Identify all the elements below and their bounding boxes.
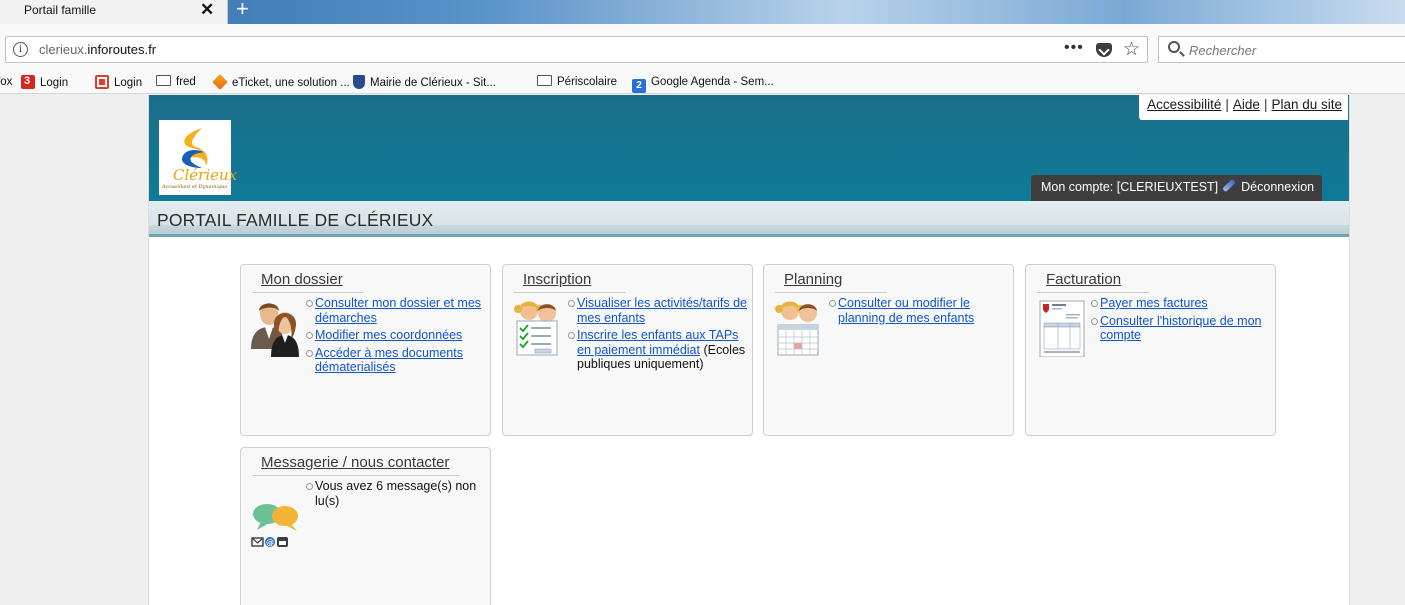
url-text[interactable]: clerieux.inforoutes.fr	[39, 42, 156, 57]
info-icon[interactable]: i	[13, 42, 28, 57]
link-separator: |	[1225, 97, 1229, 112]
red-box-icon	[95, 75, 109, 89]
card-inscription: Inscription Visualiser les activités/tar…	[502, 264, 753, 436]
card-links: Payer mes factures Consulter l'historiqu…	[1090, 296, 1270, 346]
eticket-icon	[212, 74, 228, 90]
card-divider	[514, 292, 626, 293]
bookmark-fred[interactable]: fred	[156, 75, 196, 91]
children-calendar-icon	[775, 301, 819, 356]
svg-text:@: @	[266, 538, 274, 547]
card-title[interactable]: Planning	[784, 271, 842, 288]
logo-name: Clérieux	[173, 166, 238, 184]
card-title[interactable]: Mon dossier	[261, 271, 343, 288]
link-separator: |	[1263, 97, 1268, 112]
calendar-icon: 2	[632, 79, 646, 93]
logo-tagline: Accueillant et Dynamique	[162, 184, 228, 190]
url-bar[interactable]: i clerieux.inforoutes.fr ••• ☆	[5, 36, 1148, 63]
account-link[interactable]: Mon compte: [CLERIEUXTEST]	[1041, 180, 1218, 194]
list-item: Consulter mon dossier et mes démarches	[305, 296, 485, 325]
card-links: Vous avez 6 message(s) non lu(s)	[305, 479, 485, 511]
list-item: Modifier mes coordonnées	[305, 328, 485, 343]
folder-icon	[537, 75, 552, 86]
page-actions-menu-icon[interactable]: •••	[1064, 39, 1084, 57]
bookmarks-toolbar: fox Login Login fred eTicket, une soluti…	[0, 72, 1405, 94]
documents-link[interactable]: Accéder à mes documents dématerialisés	[315, 346, 463, 375]
search-icon	[1168, 41, 1180, 53]
modify-contact-link[interactable]: Modifier mes coordonnées	[315, 328, 462, 342]
title-band: PORTAIL FAMILLE DE CLÉRIEUX	[149, 201, 1349, 237]
pocket-icon[interactable]	[1096, 43, 1112, 57]
planning-link[interactable]: Consulter ou modifier le planning de mes…	[838, 296, 974, 325]
bookmarks-overflow-text[interactable]: fox	[0, 75, 12, 91]
new-tab-button[interactable]: +	[228, 0, 258, 24]
bookmark-star-icon[interactable]: ☆	[1123, 38, 1140, 61]
accessibility-link[interactable]: Accessibilité	[1147, 97, 1221, 112]
card-messagerie: Messagerie / nous contacter @ Vous avez …	[240, 447, 491, 605]
browser-tab[interactable]: Portail famille ✕	[0, 0, 228, 24]
folder-icon	[156, 75, 171, 86]
page-content: Accessibilité | Aide | Plan du site Clérieux…	[148, 95, 1350, 605]
list-item: Visualiser les activités/tarifs de mes e…	[567, 296, 747, 325]
invoice-icon	[1039, 300, 1085, 357]
account-history-link[interactable]: Consulter l'historique de mon compte	[1100, 314, 1262, 343]
card-divider	[1037, 292, 1149, 293]
sitemap-link[interactable]: Plan du site	[1271, 97, 1342, 112]
unread-messages-text[interactable]: Vous avez 6 message(s) non lu(s)	[315, 479, 476, 508]
card-links: Consulter ou modifier le planning de mes…	[828, 296, 1008, 328]
card-links: Visualiser les activités/tarifs de mes e…	[567, 296, 747, 375]
messaging-icon: @	[251, 504, 298, 547]
parents-icon	[251, 303, 299, 357]
logout-link[interactable]: Déconnexion	[1241, 180, 1314, 194]
list-item: Consulter l'historique de mon compte	[1090, 314, 1270, 343]
tab-title: Portail famille	[24, 3, 97, 17]
page-title: PORTAIL FAMILLE DE CLÉRIEUX	[157, 210, 434, 230]
bookmark-mairie[interactable]: Mairie de Clérieux - Sit...	[353, 75, 496, 91]
card-divider	[775, 292, 887, 293]
consult-dossier-link[interactable]: Consulter mon dossier et mes démarches	[315, 296, 481, 325]
help-link[interactable]: Aide	[1233, 97, 1260, 112]
close-tab-icon[interactable]: ✕	[200, 1, 214, 19]
card-mon-dossier: Mon dossier Consulter mon dossier et mes…	[240, 264, 491, 436]
pay-invoices-link[interactable]: Payer mes factures	[1100, 296, 1208, 310]
clerieux-logo[interactable]: Clérieux Accueillant et Dynamique	[159, 120, 237, 195]
bookmark-google-agenda[interactable]: 2 Google Agenda - Sem...	[632, 75, 774, 93]
card-divider	[252, 475, 460, 476]
red-square-icon	[21, 74, 35, 89]
clerieux-logo-mark	[181, 128, 208, 168]
header-links: Accessibilité | Aide | Plan du site	[1139, 95, 1348, 120]
browser-tab-strip: Portail famille ✕ +	[0, 0, 1405, 24]
list-item: Accéder à mes documents dématerialisés	[305, 346, 485, 375]
card-title[interactable]: Inscription	[523, 271, 591, 288]
card-divider	[252, 292, 364, 293]
card-title[interactable]: Facturation	[1046, 271, 1121, 288]
site-header: Accessibilité | Aide | Plan du site Clérieux…	[149, 95, 1349, 201]
search-placeholder: Rechercher	[1189, 43, 1257, 58]
card-title[interactable]: Messagerie / nous contacter	[261, 454, 449, 471]
bookmark-login-1[interactable]: Login	[21, 74, 68, 91]
browser-navbar: i clerieux.inforoutes.fr ••• ☆ Recherche…	[0, 24, 1405, 72]
list-item: Inscrire les enfants aux TAPs en paiemen…	[567, 328, 747, 372]
list-item: Payer mes factures	[1090, 296, 1270, 311]
bookmark-periscolaire[interactable]: Périscolaire	[537, 75, 617, 91]
card-links: Consulter mon dossier et mes démarches M…	[305, 296, 485, 378]
bookmark-login-2[interactable]: Login	[95, 75, 142, 91]
card-planning: Planning Consulter ou modifier le planni…	[763, 264, 1014, 436]
registration-form-icon	[514, 301, 558, 356]
account-bar: Mon compte: [CLERIEUXTEST] Déconnexion	[1031, 175, 1323, 201]
card-facturation: Facturation Payer mes factures Consulter…	[1025, 264, 1276, 436]
search-input[interactable]: Rechercher	[1158, 36, 1405, 63]
pen-icon	[1222, 178, 1236, 193]
shield-icon	[353, 75, 365, 89]
list-item: Vous avez 6 message(s) non lu(s)	[305, 479, 485, 508]
bookmark-eticket[interactable]: eTicket, une solution ...	[212, 74, 350, 91]
list-item: Consulter ou modifier le planning de mes…	[828, 296, 1008, 325]
view-activities-link[interactable]: Visualiser les activités/tarifs de mes e…	[577, 296, 747, 325]
